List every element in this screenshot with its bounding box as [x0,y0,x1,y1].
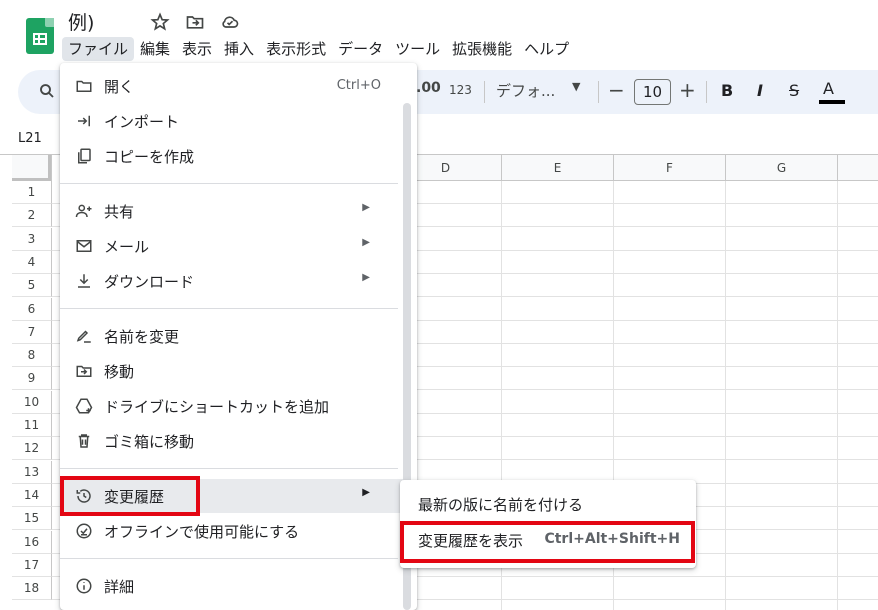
italic-button[interactable]: I [757,81,763,100]
import-icon [78,115,90,127]
offline-icon [76,523,92,539]
menu-edit[interactable]: 編集 [134,37,176,61]
file-menu: 開く Ctrl+O インポート コピーを作成 共有 ▶ メール ▶ ダウンロード… [60,63,417,610]
menu-item-details[interactable]: 詳細 [60,569,405,603]
sheets-logo[interactable] [26,18,54,54]
row-header[interactable]: 4 [12,251,52,274]
document-title[interactable]: 例) [68,8,94,35]
row-header[interactable]: 1 [12,181,52,204]
drive-shortcut-icon [75,398,93,414]
history-icon [76,489,91,503]
submenu-item-see-version-history[interactable]: 変更履歴を表示 Ctrl+Alt+Shift+H [400,523,696,557]
menu-item-download[interactable]: ダウンロード ▶ [60,264,405,298]
chevron-down-icon: ▼ [572,80,581,93]
menu-bar: ファイル 編集 表示 挿入 表示形式 データ ツール 拡張機能 ヘルプ [62,37,575,61]
move-icon [76,365,92,377]
menu-item-add-drive-shortcut[interactable]: ドライブにショートカットを追加 [60,389,405,423]
decrease-font-size-button[interactable]: − [608,78,625,102]
toolbar-divider [598,81,599,103]
menu-tools[interactable]: ツール [389,37,446,61]
menu-divider [60,558,398,559]
download-icon [78,274,90,288]
mail-icon [76,240,92,252]
text-color-button[interactable]: A [823,79,834,98]
menu-item-import[interactable]: インポート [60,104,405,138]
menu-extensions[interactable]: 拡張機能 [446,37,518,61]
menu-item-make-copy[interactable]: コピーを作成 [60,139,405,173]
row-header[interactable]: 15 [12,507,52,530]
row-header[interactable]: 16 [12,531,52,554]
column-gridline [725,181,726,610]
row-header[interactable]: 5 [12,274,52,297]
submenu-arrow-icon: ▶ [362,237,370,248]
info-icon [76,578,92,594]
row-header[interactable]: 10 [12,391,52,414]
menu-item-rename[interactable]: 名前を変更 [60,319,405,353]
submenu-arrow-icon: ▶ [362,272,370,283]
menu-divider [60,183,398,184]
increase-decimal-button[interactable]: .00 [416,80,441,96]
row-header[interactable]: 9 [12,367,52,390]
menu-item-share[interactable]: 共有 ▶ [60,194,405,228]
row-header[interactable]: 11 [12,414,52,437]
menu-divider [60,308,398,309]
row-header[interactable]: 2 [12,204,52,227]
menu-item-open[interactable]: 開く Ctrl+O [60,69,405,103]
move-folder-icon[interactable] [185,12,205,32]
cloud-status-icon[interactable] [220,12,240,32]
version-history-submenu: 最新の版に名前を付ける 変更履歴を表示 Ctrl+Alt+Shift+H [400,480,696,568]
menu-item-version-history[interactable]: 変更履歴 ▶ [60,479,405,513]
menu-item-move[interactable]: 移動 [60,354,405,388]
toolbar-divider [706,81,707,103]
increase-font-size-button[interactable]: + [679,78,696,102]
star-icon[interactable] [150,12,170,32]
menu-divider [60,468,398,469]
bold-button[interactable]: B [721,81,733,100]
row-header[interactable]: 8 [12,344,52,367]
row-header[interactable]: 14 [12,484,52,507]
number-format-button[interactable]: 123 [449,83,472,97]
row-header[interactable]: 13 [12,461,52,484]
search-icon[interactable] [38,82,56,100]
menu-view[interactable]: 表示 [176,37,218,61]
column-header-f[interactable]: F [614,155,726,181]
row-header[interactable]: 6 [12,298,52,321]
submenu-item-name-version[interactable]: 最新の版に名前を付ける [400,487,696,521]
row-header[interactable]: 18 [12,577,52,600]
row-header[interactable]: 3 [12,228,52,251]
menu-data[interactable]: データ [332,37,389,61]
folder-icon [76,80,92,92]
trash-icon [78,434,90,448]
menu-insert[interactable]: 挿入 [218,37,260,61]
copy-icon [78,148,91,164]
menu-item-email[interactable]: メール ▶ [60,229,405,263]
toolbar-divider [484,81,485,103]
rename-icon [76,330,91,343]
font-size-input[interactable]: 10 [634,79,671,105]
column-header-h[interactable] [838,155,878,181]
menu-item-make-offline[interactable]: オフラインで使用可能にする [60,514,405,548]
row-header[interactable]: 7 [12,321,52,344]
select-all-corner[interactable] [12,155,52,181]
font-name: デフォ... [496,82,556,100]
column-header-g[interactable]: G [726,155,838,181]
menu-item-move-to-trash[interactable]: ゴミ箱に移動 [60,424,405,458]
font-select[interactable]: デフォ... ▼ [496,80,586,101]
person-add-icon [75,204,92,218]
row-header[interactable]: 17 [12,554,52,577]
text-color-swatch [819,100,845,104]
menu-file[interactable]: ファイル [62,37,135,61]
menu-format[interactable]: 表示形式 [260,37,332,61]
row-header[interactable]: 12 [12,437,52,460]
name-box[interactable]: L21 [18,131,42,146]
menu-help[interactable]: ヘルプ [518,37,575,61]
submenu-arrow-icon: ▶ [362,202,370,213]
strikethrough-button[interactable]: S [789,81,799,100]
column-gridline [837,181,838,610]
column-header-e[interactable]: E [502,155,614,181]
submenu-arrow-icon: ▶ [362,487,370,498]
